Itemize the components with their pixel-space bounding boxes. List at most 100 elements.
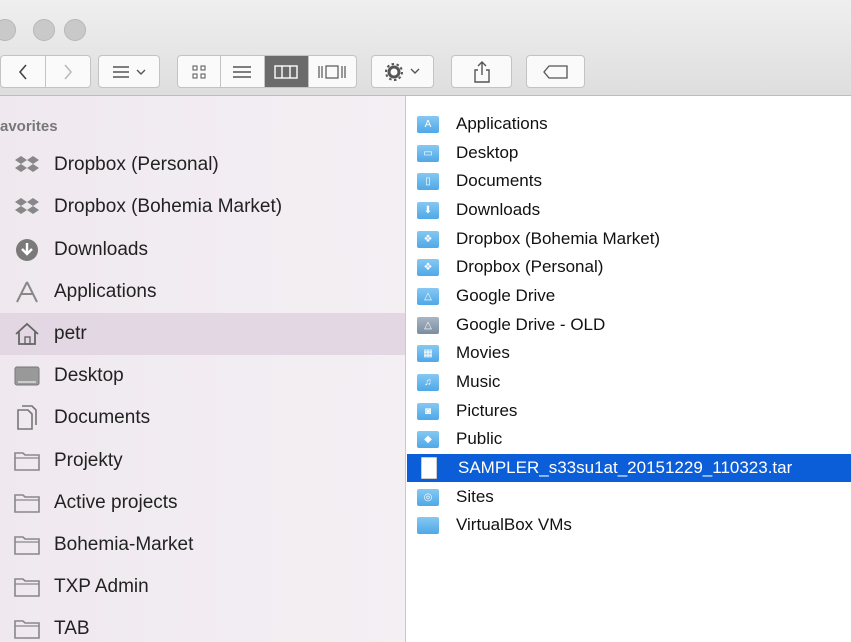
file-name: Pictures (456, 401, 518, 420)
sidebar-item-dropbox-bohemia-market[interactable]: Dropbox (Bohemia Market) (0, 186, 405, 228)
view-mode-segment (177, 55, 357, 88)
file-row-google-drive[interactable]: △ Google Drive (407, 282, 851, 310)
file-row-desktop[interactable]: ▭ Desktop (407, 139, 851, 167)
file-row-public[interactable]: ◆ Public (407, 425, 851, 453)
cover-flow-icon (318, 64, 347, 79)
sidebar-item-applications[interactable]: Applications (0, 271, 405, 313)
folder-icon (14, 490, 40, 516)
finder-window: avorites Dropbox (Personal) Dropbox (Boh… (0, 0, 851, 642)
sidebar-item-label: TXP Admin (54, 576, 149, 597)
desktop-icon (14, 363, 40, 389)
file-row-pictures[interactable]: ◙ Pictures (407, 397, 851, 425)
sidebar-item-label: Active projects (54, 492, 178, 513)
file-name: Dropbox (Bohemia Market) (456, 229, 661, 248)
sidebar-item-label: Applications (54, 281, 157, 302)
dropbox-icon (14, 152, 40, 178)
archive-file-icon (421, 457, 437, 479)
sidebar-item-active-projects[interactable]: Active projects (0, 482, 405, 524)
list-view-button[interactable] (221, 56, 265, 87)
arrange-button[interactable] (98, 55, 160, 88)
file-row-applications[interactable]: A Applications (407, 110, 851, 138)
sidebar-item-projekty[interactable]: Projekty (0, 440, 405, 482)
downloads-folder-icon: ⬇ (417, 201, 439, 219)
sidebar-item-petr[interactable]: petr (0, 313, 405, 355)
file-name: Public (456, 429, 503, 448)
minimize-window-button[interactable] (33, 19, 55, 41)
grid-view-icon (192, 65, 206, 78)
sidebar-item-label: Dropbox (Personal) (54, 154, 219, 175)
dropbox-icon (14, 194, 40, 220)
file-row-sites[interactable]: ◎ Sites (407, 483, 851, 511)
file-name: Google Drive (456, 286, 556, 305)
public-folder-icon: ◆ (417, 430, 439, 448)
file-name: Sites (456, 487, 494, 506)
chevron-right-icon (64, 63, 72, 80)
sites-folder-icon: ◎ (417, 488, 439, 506)
list-view-icon (233, 65, 252, 78)
file-name: Desktop (456, 143, 519, 162)
action-button[interactable] (371, 55, 434, 88)
tag-icon (542, 64, 568, 79)
file-name: Music (456, 372, 501, 391)
close-window-button[interactable] (0, 19, 16, 41)
applications-icon (14, 279, 40, 305)
sidebar-item-label: TAB (54, 618, 90, 639)
folder-icon (14, 616, 40, 642)
share-icon (473, 60, 490, 83)
file-name: VirtualBox VMs (456, 515, 572, 534)
sidebar-item-downloads[interactable]: Downloads (0, 229, 405, 271)
column-view-button[interactable] (264, 56, 309, 87)
music-folder-icon: ♫ (417, 373, 439, 391)
documents-folder-icon: ▯ (417, 172, 439, 190)
file-row-dropbox-bohemia-market[interactable]: ❖ Dropbox (Bohemia Market) (407, 225, 851, 253)
sidebar-item-bohemia-market[interactable]: Bohemia-Market (0, 524, 405, 566)
cover-flow-button[interactable] (309, 56, 356, 87)
gear-icon (384, 62, 419, 81)
file-column: A Applications ▭ Desktop ▯ Documents ⬇ Downl… (407, 96, 851, 642)
tags-button[interactable] (526, 55, 585, 88)
sidebar-item-label: Documents (54, 407, 151, 428)
file-row-dropbox-personal[interactable]: ❖ Dropbox (Personal) (407, 253, 851, 281)
list-arrange-icon (113, 65, 146, 78)
sidebar-item-label: Desktop (54, 365, 124, 386)
sidebar-item-txp-admin[interactable]: TXP Admin (0, 566, 405, 608)
downloads-icon (14, 237, 40, 263)
sidebar-item-dropbox-personal[interactable]: Dropbox (Personal) (0, 144, 405, 186)
sidebar-item-label: Bohemia-Market (54, 534, 194, 555)
back-button[interactable] (1, 56, 46, 87)
file-row-sampler-tar[interactable]: SAMPLER_s33su1at_20151229_110323.tar (407, 454, 851, 482)
dropbox-folder-icon: ❖ (417, 230, 439, 248)
sidebar-item-documents[interactable]: Documents (0, 397, 405, 439)
sidebar-item-tab[interactable]: TAB (0, 608, 405, 642)
documents-icon (14, 405, 40, 431)
file-row-google-drive-old[interactable]: △ Google Drive - OLD (407, 311, 851, 339)
google-drive-folder-icon: △ (417, 316, 439, 334)
sidebar-item-label: Projekty (54, 450, 123, 471)
desktop-folder-icon: ▭ (417, 144, 439, 162)
file-row-downloads[interactable]: ⬇ Downloads (407, 196, 851, 224)
movies-folder-icon: ▦ (417, 344, 439, 362)
file-name: Downloads (456, 200, 541, 219)
applications-folder-icon: A (417, 115, 439, 133)
file-row-virtualbox-vms[interactable]: VirtualBox VMs (407, 511, 851, 539)
folder-icon (14, 574, 40, 600)
file-row-movies[interactable]: ▦ Movies (407, 339, 851, 367)
column-view-icon (274, 64, 298, 79)
forward-button[interactable] (46, 56, 91, 87)
sidebar-item-label: petr (54, 323, 87, 344)
icon-view-button[interactable] (178, 56, 222, 87)
share-button[interactable] (451, 55, 512, 88)
file-name: Movies (456, 343, 510, 362)
sidebar: avorites Dropbox (Personal) Dropbox (Boh… (0, 96, 406, 642)
back-forward-segment (0, 55, 91, 88)
zoom-window-button[interactable] (64, 19, 86, 41)
folder-icon (14, 532, 40, 558)
sidebar-item-desktop[interactable]: Desktop (0, 355, 405, 397)
file-row-documents[interactable]: ▯ Documents (407, 167, 851, 195)
file-row-music[interactable]: ♫ Music (407, 368, 851, 396)
dropbox-folder-icon: ❖ (417, 258, 439, 276)
home-icon (14, 321, 40, 347)
pictures-folder-icon: ◙ (417, 402, 439, 420)
file-name: Google Drive - OLD (456, 315, 606, 334)
toolbar (0, 0, 851, 96)
